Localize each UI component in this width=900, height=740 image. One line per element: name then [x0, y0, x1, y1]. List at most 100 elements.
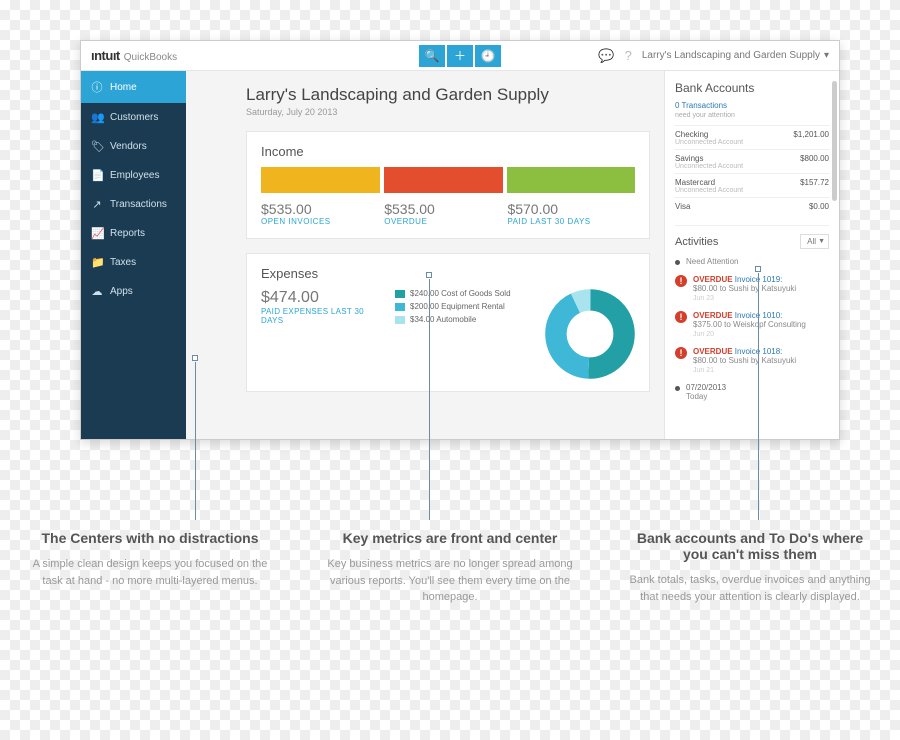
annotation-title: The Centers with no distractions [24, 530, 276, 546]
sidebar-item-label: Reports [110, 228, 145, 239]
overdue-label: OVERDUE [693, 347, 733, 356]
annotation-body: A simple clean design keeps you focused … [24, 556, 276, 589]
app-window: ıntuıt QuickBooks 🔍 ＋ 🕘 💬 ? Larry's Land… [80, 40, 840, 440]
metric-amount: $535.00 [261, 201, 380, 217]
annotation: The Centers with no distractions A simpl… [0, 530, 300, 606]
search-button[interactable]: 🔍 [419, 45, 445, 67]
activities-header: Activities All ▼ [675, 225, 829, 249]
metric-open-invoices[interactable]: $535.00 OPEN INVOICES [261, 201, 380, 226]
scrollbar[interactable] [832, 81, 837, 201]
legend-item[interactable]: $200.00 Equipment Rental [395, 302, 511, 311]
sidebar-item-vendors[interactable]: 🏷Vendors [81, 132, 186, 161]
document-icon: 📄 [91, 169, 103, 182]
sidebar-item-label: Apps [110, 286, 133, 297]
bank-account-row[interactable]: Visa$0.00 [675, 197, 829, 211]
expenses-label: PAID EXPENSES LAST 30 DAYS [261, 307, 381, 325]
account-name: Mastercard [675, 178, 743, 187]
page-title: Larry's Landscaping and Garden Supply [246, 85, 650, 105]
sidebar-item-reports[interactable]: 📈 Reports [81, 219, 186, 248]
overdue-label: OVERDUE [693, 311, 733, 320]
arrow-icon: ↗ [91, 198, 103, 211]
sidebar: ⓘHome 👥Customers 🏷Vendors 📄Employees ↗ Tr… [81, 71, 186, 439]
today-date: 07/20/2013 [686, 383, 726, 392]
topbar: ıntuıt QuickBooks 🔍 ＋ 🕘 💬 ? Larry's Land… [81, 41, 839, 71]
bullet-icon [675, 386, 680, 391]
account-balance: $1,201.00 [793, 130, 829, 146]
bank-account-row[interactable]: MastercardUnconnected Account$157.72 [675, 173, 829, 194]
chat-icon[interactable]: 💬 [598, 48, 614, 64]
alert-icon: ! [675, 275, 687, 287]
right-panel: Bank Accounts 0 Transactions need your a… [664, 71, 839, 439]
expenses-legend: $240.00 Cost of Goods Sold $200.00 Equip… [395, 289, 511, 379]
bank-accounts-title: Bank Accounts [675, 81, 829, 95]
legend-text: $200.00 Equipment Rental [410, 302, 505, 311]
metric-label: OPEN INVOICES [261, 217, 380, 226]
brand-subtitle: QuickBooks [124, 52, 177, 63]
activity-today: 07/20/2013 Today [675, 383, 829, 401]
sidebar-item-transactions[interactable]: ↗ Transactions [81, 190, 186, 219]
info-icon: ⓘ [91, 79, 103, 95]
account-name: Visa [675, 202, 690, 211]
sidebar-item-label: Transactions [110, 199, 167, 210]
bar-overdue[interactable] [384, 167, 503, 193]
bank-notice[interactable]: 0 Transactions [675, 101, 829, 110]
alert-icon: ! [675, 311, 687, 323]
filter-label: All [807, 237, 816, 246]
annotation-body: Bank totals, tasks, overdue invoices and… [624, 572, 876, 605]
legend-text: $240.00 Cost of Goods Sold [410, 289, 511, 298]
metric-paid[interactable]: $570.00 PAID LAST 30 DAYS [507, 201, 635, 226]
sidebar-item-taxes[interactable]: 📁Taxes [81, 248, 186, 277]
sidebar-item-label: Taxes [110, 257, 136, 268]
overdue-label: OVERDUE [693, 275, 733, 284]
metric-overdue[interactable]: $535.00 OVERDUE [384, 201, 503, 226]
sidebar-item-label: Customers [110, 112, 158, 123]
legend-text: $34.00 Automobile [410, 315, 476, 324]
create-button[interactable]: ＋ [447, 45, 473, 67]
activity-item[interactable]: ! OVERDUE Invoice 1010: $375.00 to Weisk… [675, 311, 829, 338]
sidebar-item-apps[interactable]: ☁ Apps [81, 277, 186, 306]
legend-swatch [395, 290, 405, 298]
annotation: Bank accounts and To Do's where you can'… [600, 530, 900, 606]
income-metrics: $535.00 OPEN INVOICES $535.00 OVERDUE $5… [261, 201, 635, 226]
history-button[interactable]: 🕘 [475, 45, 501, 67]
expenses-title: Expenses [261, 266, 635, 281]
callout-line [429, 279, 430, 520]
sidebar-item-home[interactable]: ⓘHome [81, 71, 186, 103]
callout-line [758, 273, 759, 520]
expenses-card: Expenses $474.00 PAID EXPENSES LAST 30 D… [246, 253, 650, 392]
activities-filter[interactable]: All ▼ [800, 234, 829, 249]
expenses-total: $474.00 PAID EXPENSES LAST 30 DAYS [261, 289, 381, 379]
metric-label: OVERDUE [384, 217, 503, 226]
bank-account-row[interactable]: SavingsUnconnected Account$800.00 [675, 149, 829, 170]
expenses-amount: $474.00 [261, 289, 381, 307]
sidebar-item-employees[interactable]: 📄Employees [81, 161, 186, 190]
bar-open-invoices[interactable] [261, 167, 380, 193]
help-icon[interactable]: ? [625, 48, 632, 63]
topbar-right: 💬 ? Larry's Landscaping and Garden Suppl… [598, 48, 839, 64]
legend-item[interactable]: $34.00 Automobile [395, 315, 511, 324]
account-sub: Unconnected Account [675, 187, 743, 194]
activity-item[interactable]: ! OVERDUE Invoice 1019: $80.00 to Sushi … [675, 275, 829, 302]
legend-swatch [395, 316, 405, 324]
expenses-donut-chart[interactable] [545, 289, 635, 379]
account-sub: Unconnected Account [675, 163, 743, 170]
activity-sub: $80.00 to Sushi by Katsuyuki [693, 284, 796, 293]
plus-icon: ＋ [454, 47, 466, 64]
company-select[interactable]: Larry's Landscaping and Garden Supply ▾ [642, 50, 829, 61]
account-sub: Unconnected Account [675, 139, 743, 146]
bank-account-row[interactable]: CheckingUnconnected Account $1,201.00 [675, 125, 829, 146]
activity-date: Jun 23 [693, 295, 714, 302]
chart-icon: 📈 [91, 227, 103, 240]
bar-paid[interactable] [507, 167, 635, 193]
cloud-icon: ☁ [91, 285, 103, 298]
main-column: Larry's Landscaping and Garden Supply Sa… [186, 71, 664, 439]
account-name: Checking [675, 130, 743, 139]
legend-item[interactable]: $240.00 Cost of Goods Sold [395, 289, 511, 298]
income-bar-chart [261, 167, 635, 193]
today-label: Today [686, 392, 707, 401]
activity-need-attention: Need Attention [675, 257, 829, 266]
activity-item[interactable]: ! OVERDUE Invoice 1018: $80.00 to Sushi … [675, 347, 829, 374]
sidebar-item-label: Vendors [110, 141, 147, 152]
sidebar-item-customers[interactable]: 👥Customers [81, 103, 186, 132]
callout-line [195, 362, 196, 520]
